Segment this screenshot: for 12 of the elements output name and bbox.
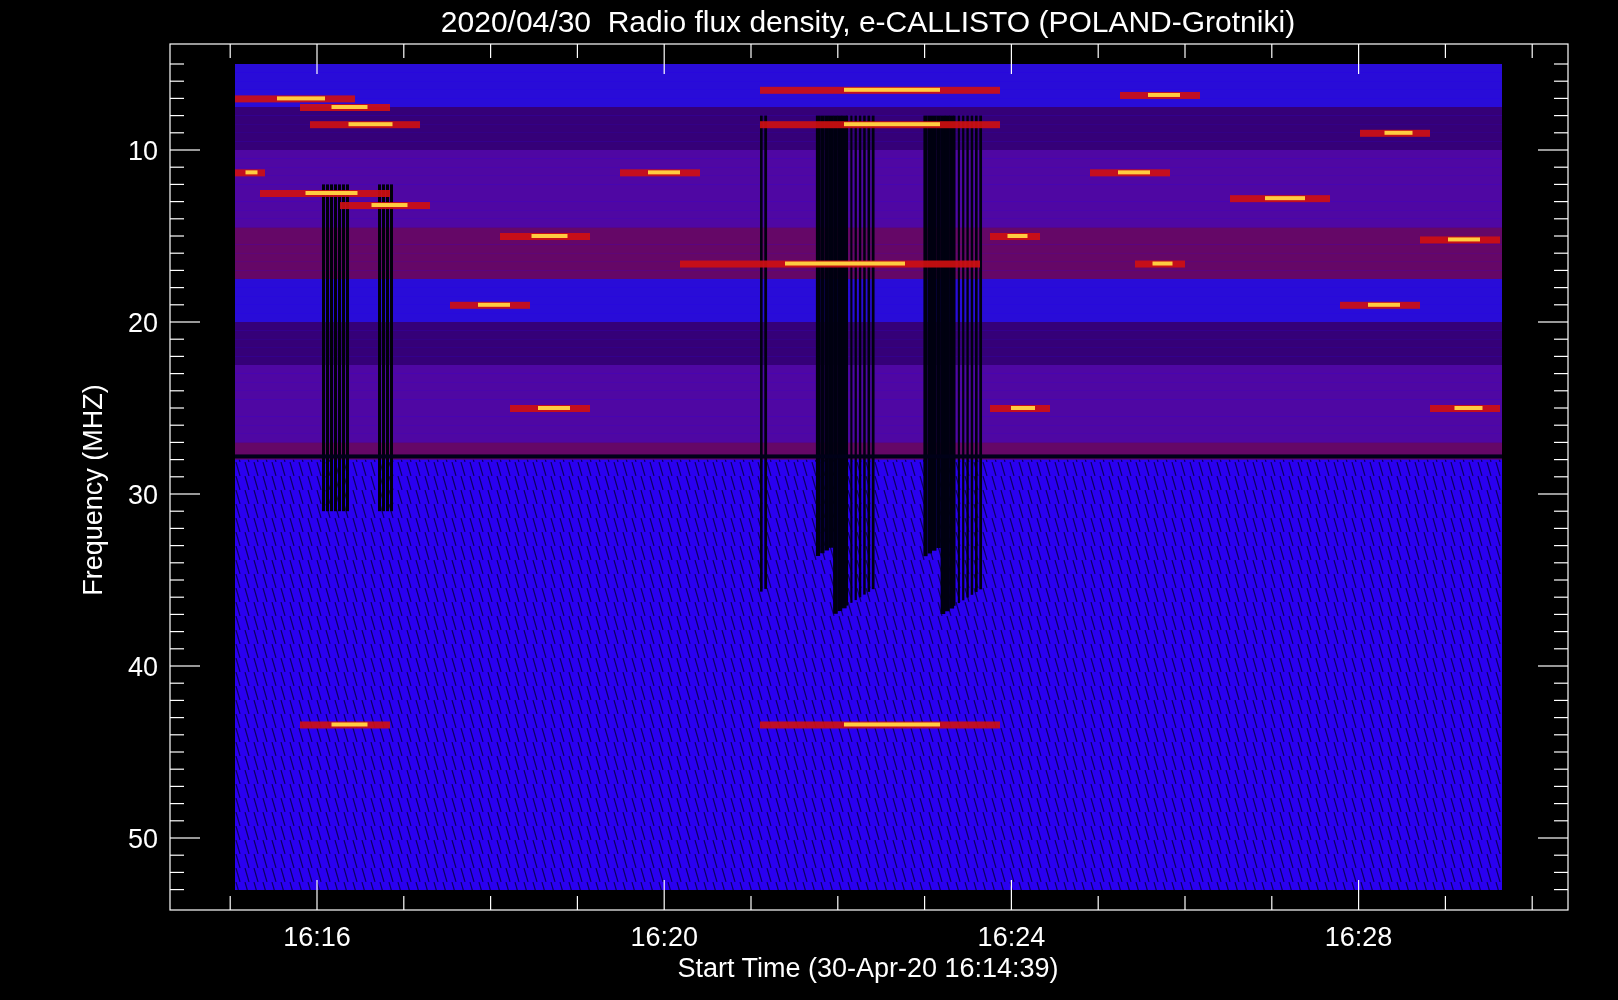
axis-title: Start Time (30-Apr-20 16:14:39) <box>677 953 1059 983</box>
tick-label: 20 <box>127 308 158 338</box>
axis-title: Frequency (MHZ) <box>78 384 108 596</box>
tick-label: 16:16 <box>283 922 351 952</box>
tick-label: 10 <box>127 136 158 166</box>
tick-label: 16:28 <box>1324 922 1393 952</box>
tick-label: 50 <box>127 824 158 854</box>
tick-label: 40 <box>127 652 158 682</box>
tick-label: 30 <box>127 480 158 510</box>
tick-label: 16:20 <box>630 922 698 952</box>
tick-label: 16:24 <box>977 922 1046 952</box>
chart-title: 2020/04/30 Radio flux density, e-CALLISTO (POLAND-Grotniki) <box>440 5 1296 38</box>
